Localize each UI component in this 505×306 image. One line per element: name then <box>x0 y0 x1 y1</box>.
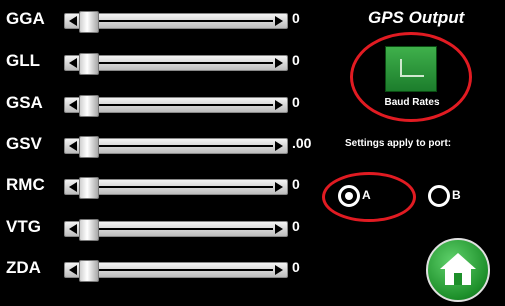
baud-rates-label[interactable]: Baud Rates <box>374 97 450 108</box>
slider-track-line <box>99 186 273 188</box>
port-b-radio[interactable] <box>428 185 450 207</box>
slider-thumb[interactable] <box>79 260 99 282</box>
increase-arrow-icon[interactable] <box>275 16 283 26</box>
increase-arrow-icon[interactable] <box>275 100 283 110</box>
gga-label: GGA <box>6 9 45 28</box>
increase-arrow-icon[interactable] <box>275 141 283 151</box>
slider-track-line <box>99 145 273 147</box>
gsv-slider[interactable] <box>64 136 288 158</box>
slider-track-line <box>99 104 273 106</box>
slider-track-line <box>99 269 273 271</box>
decrease-arrow-icon[interactable] <box>69 182 77 192</box>
zda-row: ZDA 0 <box>0 253 330 283</box>
gsv-row: GSV .00 <box>0 129 330 159</box>
gga-slider[interactable] <box>64 11 288 33</box>
port-a-label[interactable]: A <box>362 188 371 202</box>
gga-row: GGA 0 <box>0 4 330 34</box>
slider-thumb[interactable] <box>79 219 99 241</box>
gsv-label: GSV <box>6 134 42 153</box>
increase-arrow-icon[interactable] <box>275 182 283 192</box>
gsv-value: .00 <box>292 135 312 151</box>
rmc-value: 0 <box>292 176 300 192</box>
port-a-radio[interactable] <box>338 185 360 207</box>
slider-thumb[interactable] <box>79 136 99 158</box>
slider-thumb[interactable] <box>79 53 99 75</box>
gsa-slider[interactable] <box>64 95 288 117</box>
rmc-slider[interactable] <box>64 177 288 199</box>
slider-track-line <box>99 20 273 22</box>
slider-thumb[interactable] <box>79 95 99 117</box>
vtg-label: VTG <box>6 217 41 236</box>
zda-value: 0 <box>292 259 300 275</box>
gll-label: GLL <box>6 51 40 70</box>
increase-arrow-icon[interactable] <box>275 265 283 275</box>
increase-arrow-icon[interactable] <box>275 224 283 234</box>
vtg-value: 0 <box>292 218 300 234</box>
panel-title: GPS Output <box>368 8 465 27</box>
gll-row: GLL 0 <box>0 46 330 76</box>
rmc-row: RMC 0 <box>0 170 330 200</box>
rmc-label: RMC <box>6 175 45 194</box>
gga-value: 0 <box>292 10 300 26</box>
decrease-arrow-icon[interactable] <box>69 141 77 151</box>
decrease-arrow-icon[interactable] <box>69 265 77 275</box>
gll-value: 0 <box>292 52 300 68</box>
decrease-arrow-icon[interactable] <box>69 100 77 110</box>
port-settings-text: Settings apply to port: <box>345 138 452 149</box>
gsa-value: 0 <box>292 94 300 110</box>
port-b-label[interactable]: B <box>452 188 461 202</box>
home-button[interactable] <box>426 238 490 302</box>
slider-thumb[interactable] <box>79 177 99 199</box>
radio-selected-dot <box>345 192 353 200</box>
gll-slider[interactable] <box>64 53 288 75</box>
decrease-arrow-icon[interactable] <box>69 224 77 234</box>
zda-slider[interactable] <box>64 260 288 282</box>
baud-rate-icon <box>400 59 424 77</box>
vtg-row: VTG 0 <box>0 212 330 242</box>
slider-track-line <box>99 62 273 64</box>
gsa-label: GSA <box>6 93 43 112</box>
vtg-slider[interactable] <box>64 219 288 241</box>
decrease-arrow-icon[interactable] <box>69 58 77 68</box>
baud-rates-button[interactable] <box>385 46 437 92</box>
zda-label: ZDA <box>6 258 41 277</box>
slider-thumb[interactable] <box>79 11 99 33</box>
increase-arrow-icon[interactable] <box>275 58 283 68</box>
gsa-row: GSA 0 <box>0 88 330 118</box>
home-icon <box>440 253 476 285</box>
decrease-arrow-icon[interactable] <box>69 16 77 26</box>
slider-track-line <box>99 228 273 230</box>
